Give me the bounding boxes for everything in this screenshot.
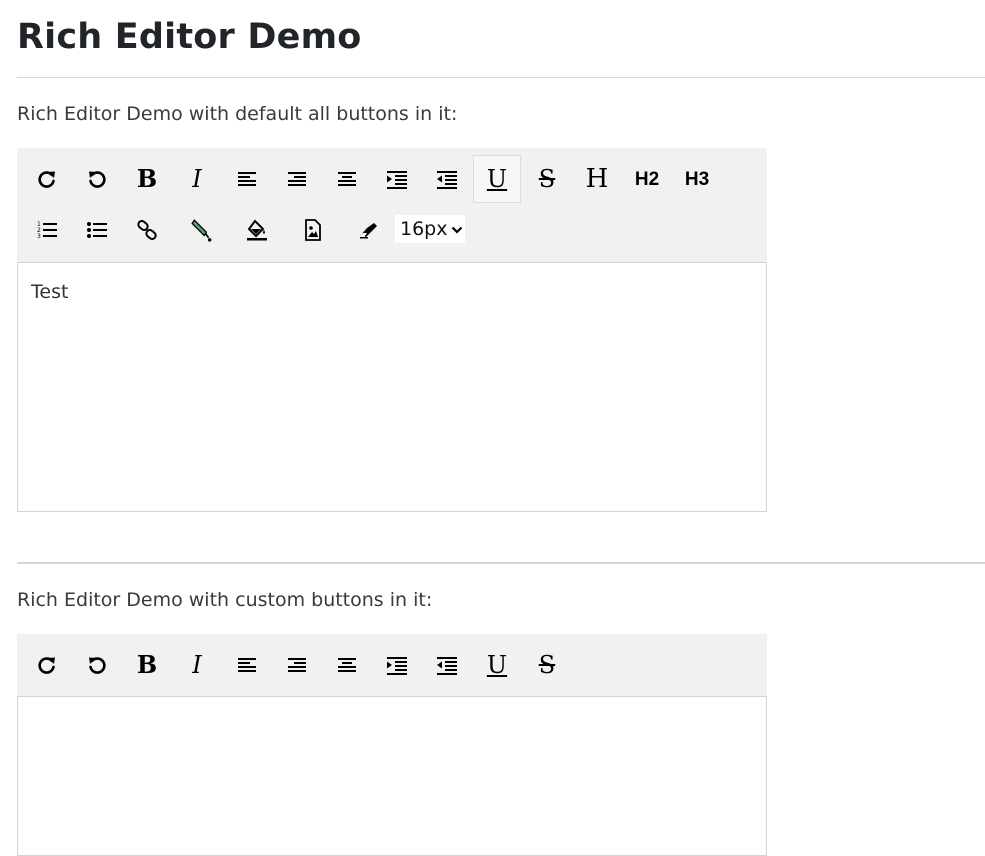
text-color-button[interactable] <box>178 206 226 254</box>
editor-content-area[interactable] <box>17 696 767 856</box>
align-center-button[interactable] <box>323 155 371 203</box>
undo-icon <box>86 168 108 190</box>
strikethrough-icon: S <box>538 165 556 193</box>
italic-icon: I <box>192 165 202 193</box>
align-left-button[interactable] <box>223 155 271 203</box>
align-center-icon <box>336 168 358 190</box>
indent-button[interactable] <box>373 155 421 203</box>
text-color-icon <box>190 218 214 242</box>
underline-icon: U <box>486 651 508 679</box>
heading3-button[interactable]: H3 <box>673 155 721 203</box>
italic-icon: I <box>192 651 202 679</box>
eraser-icon <box>357 219 379 241</box>
align-left-icon <box>236 654 258 676</box>
ordered-list-icon: 123 <box>36 219 58 241</box>
redo-icon <box>36 168 58 190</box>
unordered-list-icon <box>86 219 108 241</box>
background-color-button[interactable] <box>233 206 281 254</box>
align-center-button[interactable] <box>323 641 371 689</box>
paint-bucket-icon <box>246 219 268 241</box>
align-right-button[interactable] <box>273 155 321 203</box>
undo-button[interactable] <box>73 155 121 203</box>
undo-icon <box>86 654 108 676</box>
bold-icon: B <box>136 164 158 193</box>
underline-button[interactable]: U <box>473 155 521 203</box>
underline-icon: U <box>486 165 508 193</box>
strikethrough-button[interactable]: S <box>523 641 571 689</box>
italic-button[interactable]: I <box>173 155 221 203</box>
editor-toolbar: B I U S H H2 H3 1 2 3 16px <box>17 148 767 262</box>
undo-button[interactable] <box>73 641 121 689</box>
editor2-intro: Rich Editor Demo with custom buttons in … <box>17 589 433 611</box>
align-right-icon <box>286 654 308 676</box>
link-button[interactable] <box>123 206 171 254</box>
editor1-intro: Rich Editor Demo with default all button… <box>17 103 458 125</box>
rich-editor-default: B I U S H H2 H3 1 2 3 16px Test <box>17 148 767 512</box>
heading-icon: H <box>585 164 609 194</box>
h3-icon: H3 <box>684 168 710 190</box>
italic-button[interactable]: I <box>173 641 221 689</box>
outdent-button[interactable] <box>423 155 471 203</box>
indent-icon <box>386 654 408 676</box>
align-right-icon <box>286 168 308 190</box>
svg-text:3: 3 <box>37 233 41 240</box>
page-title: Rich Editor Demo <box>17 17 362 57</box>
image-icon <box>302 219 324 241</box>
font-size-value: 16px <box>400 218 448 240</box>
redo-button[interactable] <box>23 155 71 203</box>
heading2-button[interactable]: H2 <box>623 155 671 203</box>
align-right-button[interactable] <box>273 641 321 689</box>
editor-toolbar: BIUS <box>17 634 767 696</box>
align-center-icon <box>336 654 358 676</box>
link-icon <box>136 219 158 241</box>
clear-format-button[interactable] <box>344 206 392 254</box>
indent-button[interactable] <box>373 641 421 689</box>
underline-button[interactable]: U <box>473 641 521 689</box>
bold-button[interactable]: B <box>123 155 171 203</box>
outdent-icon <box>436 168 458 190</box>
bold-icon: B <box>136 650 158 679</box>
outdent-button[interactable] <box>423 641 471 689</box>
insert-image-button[interactable] <box>289 206 337 254</box>
redo-button[interactable] <box>23 641 71 689</box>
rich-editor-custom: BIUS <box>17 634 767 856</box>
strikethrough-button[interactable]: S <box>523 155 571 203</box>
font-size-select[interactable]: 16px <box>395 215 465 243</box>
unordered-list-button[interactable] <box>73 206 121 254</box>
ordered-list-button[interactable]: 123 <box>23 206 71 254</box>
bold-button[interactable]: B <box>123 641 171 689</box>
indent-icon <box>386 168 408 190</box>
align-left-button[interactable] <box>223 641 271 689</box>
redo-icon <box>36 654 58 676</box>
divider <box>17 77 985 78</box>
h2-icon: H2 <box>634 168 660 190</box>
divider <box>17 562 985 564</box>
align-left-icon <box>236 168 258 190</box>
editor-content-area[interactable]: Test <box>17 262 767 512</box>
chevron-down-icon <box>451 215 463 243</box>
heading-button[interactable]: H <box>573 155 621 203</box>
strikethrough-icon: S <box>538 651 556 679</box>
outdent-icon <box>436 654 458 676</box>
